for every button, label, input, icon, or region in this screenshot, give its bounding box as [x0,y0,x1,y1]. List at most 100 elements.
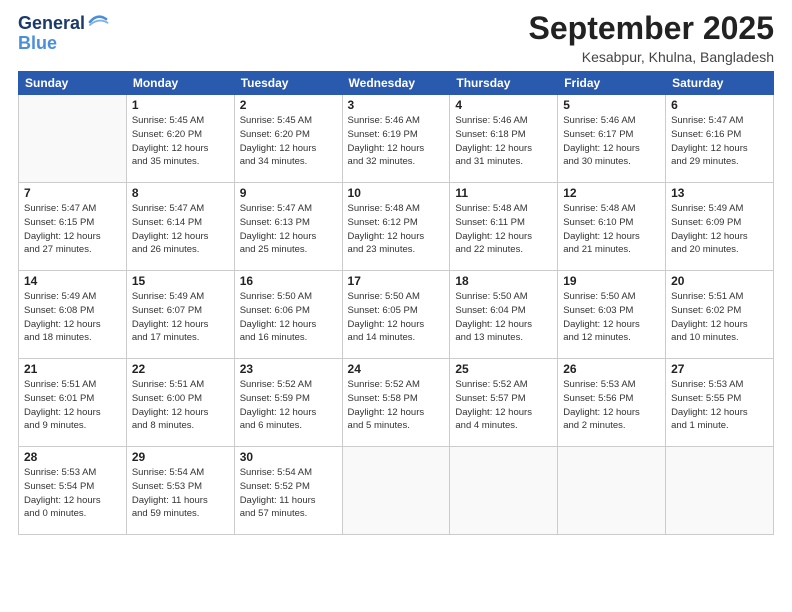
month-title: September 2025 [529,10,774,47]
calendar-cell [19,95,127,183]
calendar-cell: 18 Sunrise: 5:50 AMSunset: 6:04 PMDayligh… [450,271,558,359]
day-info: Sunrise: 5:52 AMSunset: 5:57 PMDaylight:… [455,378,552,433]
header-sunday: Sunday [19,72,127,95]
day-number: 15 [132,274,229,288]
day-number: 10 [348,186,445,200]
day-number: 30 [240,450,337,464]
day-number: 3 [348,98,445,112]
calendar-cell: 8Sunrise: 5:47 AMSunset: 6:14 PMDaylight… [126,183,234,271]
day-info: Sunrise: 5:48 AMSunset: 6:10 PMDaylight:… [563,202,660,257]
day-info: Sunrise: 5:49 AMSunset: 6:08 PMDaylight:… [24,290,121,345]
day-info: Sunrise: 5:53 AMSunset: 5:54 PMDaylight:… [24,466,121,521]
day-number: 29 [132,450,229,464]
day-number: 4 [455,98,552,112]
logo-icon [87,11,109,33]
calendar-cell: 16Sunrise: 5:50 AMSunset: 6:06 PMDayligh… [234,271,342,359]
calendar-cell: 15 Sunrise: 5:49 AMSunset: 6:07 PMDayligh… [126,271,234,359]
day-number: 22 [132,362,229,376]
day-number: 16 [240,274,337,288]
day-number: 14 [24,274,121,288]
calendar-cell: 14 Sunrise: 5:49 AMSunset: 6:08 PMDayligh… [19,271,127,359]
calendar-cell: 13 Sunrise: 5:49 AMSunset: 6:09 PMDayligh… [666,183,774,271]
calendar-cell: 23Sunrise: 5:52 AMSunset: 5:59 PMDayligh… [234,359,342,447]
calendar-cell: 9 Sunrise: 5:47 AMSunset: 6:13 PMDaylight… [234,183,342,271]
calendar-cell: 7 Sunrise: 5:47 AMSunset: 6:15 PMDaylight… [19,183,127,271]
calendar-cell: 3 Sunrise: 5:46 AMSunset: 6:19 PMDaylight… [342,95,450,183]
page: General Blue September 2025 Kesabpur, Kh… [0,0,792,612]
calendar-cell [450,447,558,535]
day-number: 7 [24,186,121,200]
day-number: 23 [240,362,337,376]
day-info: Sunrise: 5:48 AMSunset: 6:11 PMDaylight:… [455,202,552,257]
day-info: Sunrise: 5:49 AMSunset: 6:07 PMDaylight:… [132,290,229,345]
calendar-cell: 6 Sunrise: 5:47 AMSunset: 6:16 PMDaylight… [666,95,774,183]
day-number: 17 [348,274,445,288]
day-info: Sunrise: 5:50 AMSunset: 6:05 PMDaylight:… [348,290,445,345]
day-number: 1 [132,98,229,112]
calendar-cell: 4 Sunrise: 5:46 AMSunset: 6:18 PMDaylight… [450,95,558,183]
header-saturday: Saturday [666,72,774,95]
logo: General Blue [18,14,109,54]
day-info: Sunrise: 5:46 AMSunset: 6:19 PMDaylight:… [348,114,445,169]
calendar-cell: 17 Sunrise: 5:50 AMSunset: 6:05 PMDayligh… [342,271,450,359]
header-thursday: Thursday [450,72,558,95]
calendar-table: Sunday Monday Tuesday Wednesday Thursday… [18,71,774,535]
calendar-cell: 22Sunrise: 5:51 AMSunset: 6:00 PMDayligh… [126,359,234,447]
calendar-cell: 1 Sunrise: 5:45 AMSunset: 6:20 PMDaylight… [126,95,234,183]
day-info: Sunrise: 5:50 AMSunset: 6:03 PMDaylight:… [563,290,660,345]
day-number: 2 [240,98,337,112]
day-number: 27 [671,362,768,376]
calendar-cell: 24Sunrise: 5:52 AMSunset: 5:58 PMDayligh… [342,359,450,447]
calendar-cell: 30Sunrise: 5:54 AMSunset: 5:52 PMDayligh… [234,447,342,535]
calendar-cell: 2 Sunrise: 5:45 AMSunset: 6:20 PMDaylight… [234,95,342,183]
day-number: 12 [563,186,660,200]
title-block: September 2025 Kesabpur, Khulna, Banglad… [529,10,774,65]
day-info: Sunrise: 5:50 AMSunset: 6:04 PMDaylight:… [455,290,552,345]
day-info: Sunrise: 5:46 AMSunset: 6:18 PMDaylight:… [455,114,552,169]
day-number: 9 [240,186,337,200]
day-number: 28 [24,450,121,464]
day-info: Sunrise: 5:45 AMSunset: 6:20 PMDaylight:… [132,114,229,169]
day-number: 24 [348,362,445,376]
day-info: Sunrise: 5:47 AMSunset: 6:13 PMDaylight:… [240,202,337,257]
calendar-header-row: Sunday Monday Tuesday Wednesday Thursday… [19,72,774,95]
day-info: Sunrise: 5:49 AMSunset: 6:09 PMDaylight:… [671,202,768,257]
day-number: 5 [563,98,660,112]
day-info: Sunrise: 5:47 AMSunset: 6:14 PMDaylight:… [132,202,229,257]
calendar-cell: 10Sunrise: 5:48 AMSunset: 6:12 PMDayligh… [342,183,450,271]
calendar-row-4: 21 Sunrise: 5:51 AMSunset: 6:01 PMDayligh… [19,359,774,447]
day-number: 19 [563,274,660,288]
day-info: Sunrise: 5:53 AMSunset: 5:55 PMDaylight:… [671,378,768,433]
calendar-cell [558,447,666,535]
location: Kesabpur, Khulna, Bangladesh [529,49,774,65]
day-number: 11 [455,186,552,200]
header-monday: Monday [126,72,234,95]
header-wednesday: Wednesday [342,72,450,95]
day-info: Sunrise: 5:53 AMSunset: 5:56 PMDaylight:… [563,378,660,433]
day-info: Sunrise: 5:47 AMSunset: 6:16 PMDaylight:… [671,114,768,169]
calendar-cell: 26Sunrise: 5:53 AMSunset: 5:56 PMDayligh… [558,359,666,447]
header-tuesday: Tuesday [234,72,342,95]
calendar-cell [342,447,450,535]
day-info: Sunrise: 5:54 AMSunset: 5:53 PMDaylight:… [132,466,229,521]
calendar-cell: 19 Sunrise: 5:50 AMSunset: 6:03 PMDayligh… [558,271,666,359]
day-info: Sunrise: 5:46 AMSunset: 6:17 PMDaylight:… [563,114,660,169]
day-number: 18 [455,274,552,288]
day-number: 13 [671,186,768,200]
day-number: 25 [455,362,552,376]
day-info: Sunrise: 5:47 AMSunset: 6:15 PMDaylight:… [24,202,121,257]
calendar-row-2: 7 Sunrise: 5:47 AMSunset: 6:15 PMDaylight… [19,183,774,271]
calendar-cell: 20Sunrise: 5:51 AMSunset: 6:02 PMDayligh… [666,271,774,359]
calendar-cell: 28 Sunrise: 5:53 AMSunset: 5:54 PMDayligh… [19,447,127,535]
calendar-cell [666,447,774,535]
calendar-cell: 12 Sunrise: 5:48 AMSunset: 6:10 PMDayligh… [558,183,666,271]
day-info: Sunrise: 5:51 AMSunset: 6:01 PMDaylight:… [24,378,121,433]
calendar-cell: 27 Sunrise: 5:53 AMSunset: 5:55 PMDayligh… [666,359,774,447]
logo-blue: Blue [18,34,109,54]
calendar-cell: 21 Sunrise: 5:51 AMSunset: 6:01 PMDayligh… [19,359,127,447]
calendar-row-5: 28 Sunrise: 5:53 AMSunset: 5:54 PMDayligh… [19,447,774,535]
header-friday: Friday [558,72,666,95]
day-info: Sunrise: 5:45 AMSunset: 6:20 PMDaylight:… [240,114,337,169]
day-number: 6 [671,98,768,112]
day-number: 21 [24,362,121,376]
